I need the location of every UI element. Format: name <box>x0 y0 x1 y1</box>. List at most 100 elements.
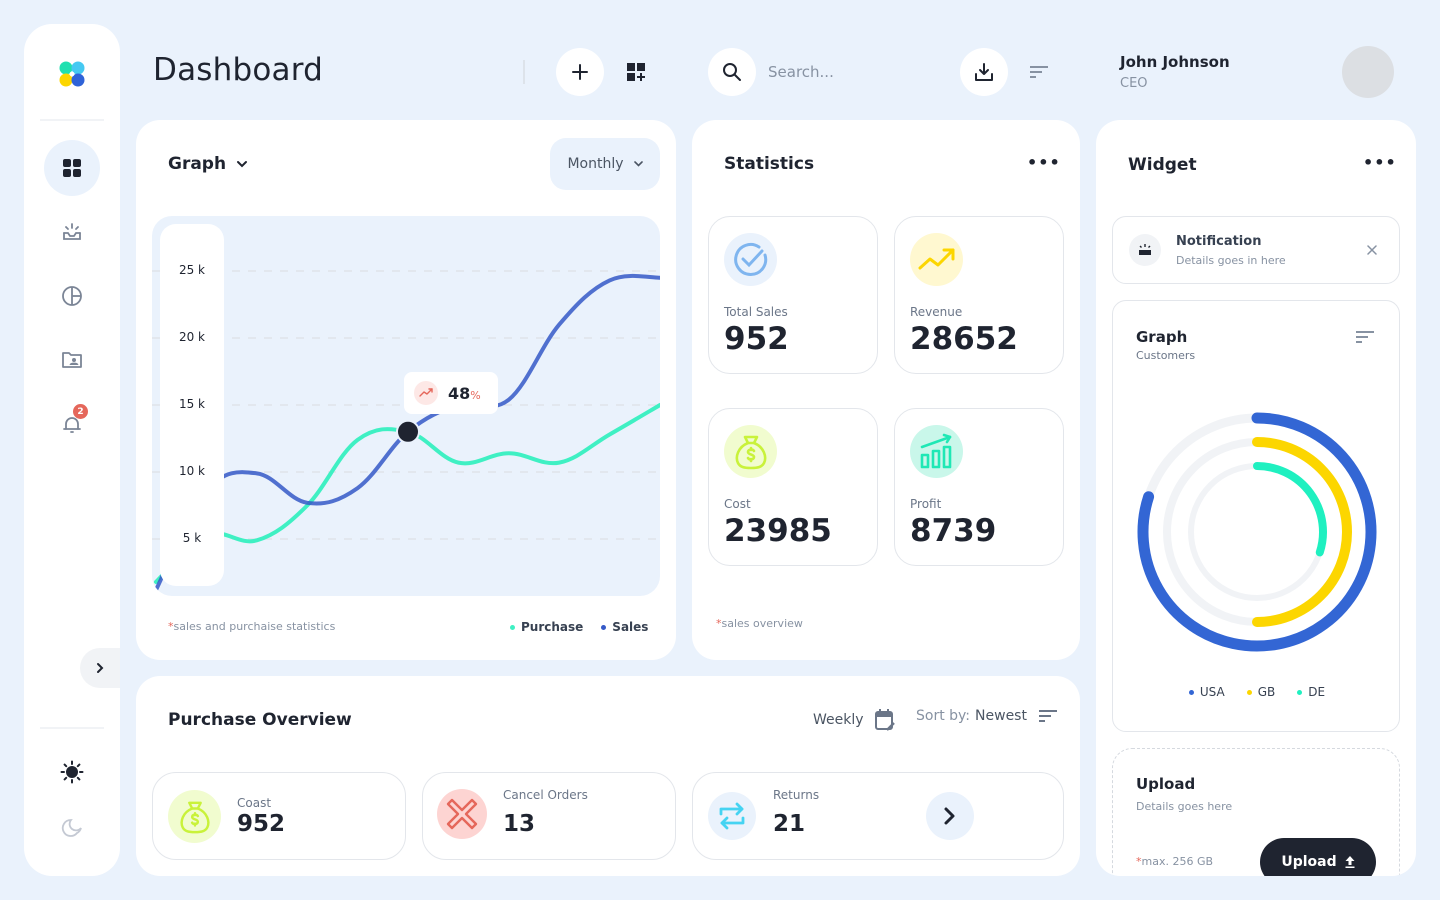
graph-footnote: *sales and purchaise statistics <box>168 620 335 633</box>
add-button[interactable] <box>556 48 604 96</box>
chart-tooltip: 48% <box>404 372 498 414</box>
stat-label: Revenue <box>910 305 963 319</box>
inbox-icon <box>63 223 81 240</box>
stat-label: Total Sales <box>724 305 788 319</box>
moon-icon <box>61 819 82 837</box>
statistics-card: Statistics ••• Total Sales 952 Revenue 2… <box>692 120 1080 660</box>
search-input[interactable] <box>768 60 948 84</box>
legend-dot <box>1297 689 1303 695</box>
chevron-down-icon <box>633 161 643 167</box>
legend-item-purchase[interactable]: Purchase <box>510 620 583 634</box>
po-label: Cancel Orders <box>503 788 588 802</box>
sidebar-item-contacts[interactable] <box>44 332 100 388</box>
legend-item-usa[interactable]: USA <box>1188 685 1225 699</box>
grid-plus-icon <box>627 63 645 81</box>
legend-label: GB <box>1257 685 1276 699</box>
chevron-down-icon <box>237 161 248 168</box>
y-tick-label: 15 k <box>178 397 206 411</box>
calendar-edit-icon <box>874 709 895 731</box>
money-bag-icon <box>168 790 221 843</box>
notification-item[interactable]: Notification Details goes in here <box>1112 216 1400 284</box>
tooltip-unit: % <box>470 388 481 402</box>
purchase-overview-title: Purchase Overview <box>168 710 352 730</box>
po-tile-coast[interactable]: Coast 952 <box>152 772 406 860</box>
customers-graph-filter-button[interactable] <box>1355 329 1375 348</box>
period-picker-label: Weekly <box>813 712 864 728</box>
statistics-more-button[interactable]: ••• <box>1027 155 1061 171</box>
tooltip-value: 48% <box>448 384 481 403</box>
download-button[interactable] <box>960 48 1008 96</box>
customers-graph-title: Graph <box>1136 328 1188 346</box>
sidebar: 2 <box>24 24 120 876</box>
graph-title: Graph <box>168 154 227 174</box>
stat-value: 28652 <box>910 321 1018 357</box>
po-value: 13 <box>503 811 536 837</box>
user-name: John Johnson <box>1120 53 1230 71</box>
grid-icon <box>63 159 81 177</box>
sort-value: Newest <box>975 708 1027 724</box>
y-axis: 5 k 10 k 15 k 20 k 25 k <box>160 224 224 586</box>
upload-title: Upload <box>1136 775 1196 793</box>
stat-label: Cost <box>724 497 751 511</box>
notification-description: Details goes in here <box>1176 254 1286 267</box>
upload-button[interactable]: Upload <box>1260 838 1376 876</box>
highlight-point[interactable] <box>396 419 420 444</box>
cancel-x-icon <box>437 789 487 839</box>
chart-legend: Purchase Sales <box>510 620 648 634</box>
period-select[interactable]: Monthly <box>550 138 660 190</box>
period-picker[interactable]: Weekly <box>813 708 896 732</box>
stat-tile-cost[interactable]: Cost 23985 <box>708 408 878 566</box>
graph-title-dropdown[interactable]: Graph <box>168 154 248 174</box>
notification-title: Notification <box>1176 234 1262 249</box>
light-theme-button[interactable] <box>44 744 100 800</box>
notification-close-button[interactable] <box>1363 241 1381 259</box>
search-button[interactable] <box>708 48 756 96</box>
dark-theme-button[interactable] <box>44 800 100 856</box>
legend-item-sales[interactable]: Sales <box>601 620 648 634</box>
po-label: Returns <box>773 788 820 802</box>
more-dots-icon: ••• <box>1027 153 1061 172</box>
po-label: Coast <box>237 796 272 810</box>
sidebar-item-inbox[interactable] <box>44 204 100 260</box>
sidebar-item-dashboard[interactable] <box>44 140 100 196</box>
y-tick-label: 5 k <box>182 531 202 545</box>
graph-card: Graph Monthly 5 k 10 k 15 k 20 k 25 k 48% *s… <box>136 120 676 660</box>
returns-next-button[interactable] <box>926 792 974 840</box>
legend-item-de[interactable]: DE <box>1297 685 1325 699</box>
sidebar-item-analytics[interactable] <box>44 268 100 324</box>
sidebar-item-notifications[interactable]: 2 <box>44 396 100 452</box>
filter-lines-icon <box>1030 66 1048 78</box>
widget-more-button[interactable]: ••• <box>1363 155 1397 171</box>
add-widget-button[interactable] <box>624 60 648 84</box>
stat-tile-total-sales[interactable]: Total Sales 952 <box>708 216 878 374</box>
stat-tile-profit[interactable]: Profit 8739 <box>894 408 1064 566</box>
stat-tile-revenue[interactable]: Revenue 28652 <box>894 216 1064 374</box>
upload-icon <box>1345 856 1355 868</box>
user-role: CEO <box>1120 76 1148 91</box>
notification-badge: 2 <box>73 404 88 419</box>
filter-button[interactable] <box>1028 62 1050 82</box>
po-value: 21 <box>773 811 806 837</box>
footnote-text: sales overview <box>721 617 803 630</box>
chevron-right-icon <box>97 663 104 673</box>
sort-label: Sort by: <box>916 708 971 724</box>
po-tile-returns[interactable]: Returns 21 <box>692 772 1064 860</box>
upload-button-label: Upload <box>1281 854 1337 870</box>
po-value: 952 <box>237 811 286 837</box>
plus-icon <box>572 64 588 80</box>
sidebar-expand-button[interactable] <box>80 648 120 688</box>
app-logo[interactable] <box>58 60 86 88</box>
upload-dropzone[interactable]: Upload Details goes here *max. 256 GB Up… <box>1112 748 1400 876</box>
sidebar-divider <box>40 727 104 729</box>
money-bag-icon <box>724 425 777 478</box>
po-tile-cancel-orders[interactable]: Cancel Orders 13 <box>422 772 676 860</box>
legend-item-gb[interactable]: GB <box>1246 685 1276 699</box>
legend-dot <box>1246 689 1252 695</box>
avatar[interactable] <box>1342 46 1394 98</box>
radial-chart-svg <box>1137 412 1377 652</box>
page-title: Dashboard <box>153 52 323 88</box>
check-circle-icon <box>724 233 777 286</box>
chevron-right-icon <box>944 807 955 825</box>
sort-dropdown[interactable]: Sort by: Newest <box>916 708 1058 724</box>
more-dots-icon: ••• <box>1363 153 1397 172</box>
